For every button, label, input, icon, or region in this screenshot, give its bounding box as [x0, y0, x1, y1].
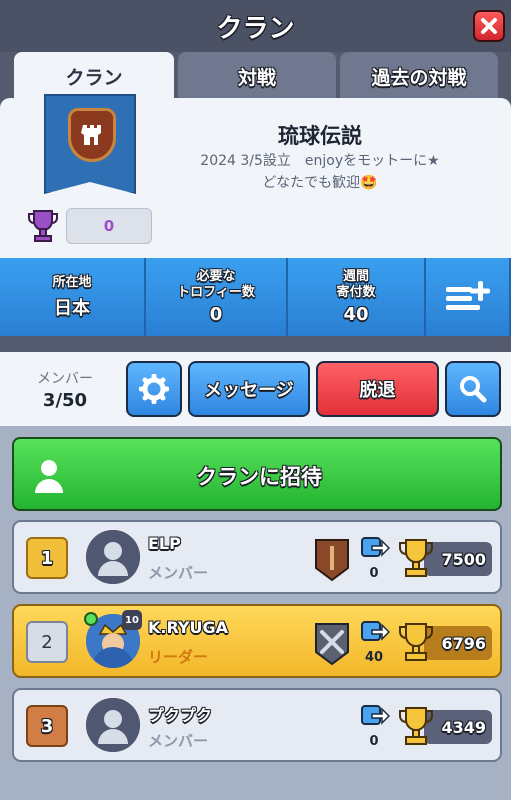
page-title: クラン: [216, 14, 295, 44]
stat-weekly-donations-value: 40: [343, 304, 369, 325]
member-row[interactable]: 1 ELP メンバー 0 7500: [12, 520, 502, 594]
clan-menu-button[interactable]: [426, 258, 511, 336]
rank-badge: 3: [26, 705, 68, 747]
clan-info-card: 0 琉球伝説 2024 3/5設立 enjoyをモットーに★ どなたでも歓迎🤩: [0, 94, 511, 258]
member-name: K.RYUGA: [148, 618, 229, 637]
member-role: リーダー: [148, 648, 209, 666]
person-icon: [86, 530, 140, 584]
trophy-icon: [28, 210, 58, 242]
avatar: [86, 698, 140, 752]
search-icon: [460, 376, 487, 403]
tab-past-battles[interactable]: 過去の対戦: [340, 52, 498, 100]
stat-weekly-donations-label: 週間 寄付数: [336, 269, 376, 300]
stat-required-trophies: 必要な トロフィー数 0: [146, 258, 288, 336]
clan-stats-bar: 所在地 日本 必要な トロフィー数 0 週間 寄付数 40: [0, 258, 511, 336]
member-name: ELP: [148, 534, 181, 553]
message-button[interactable]: メッセージ: [188, 361, 310, 417]
stat-required-trophies-label: 必要な トロフィー数: [177, 269, 255, 300]
member-name: プクプク: [148, 706, 213, 725]
header: クラン: [0, 0, 511, 52]
search-button[interactable]: [445, 361, 501, 417]
clan-description: 2024 3/5設立 enjoyをモットーに★ どなたでも歓迎🤩: [200, 153, 440, 191]
person-icon: [86, 698, 140, 752]
list-add-icon: [445, 281, 490, 310]
rank-badge: 2: [26, 621, 68, 663]
tab-clan[interactable]: クラン: [14, 52, 174, 100]
stat-weekly-donations: 週間 寄付数 40: [288, 258, 426, 336]
close-icon: [481, 18, 497, 34]
close-button[interactable]: [473, 10, 505, 42]
gear-icon: [139, 374, 169, 404]
member-row-self[interactable]: 2 10 K.RYUGA リーダー 40 6796: [12, 604, 502, 678]
tab-bar: クラン 対戦 過去の対戦: [14, 52, 498, 100]
member-action-bar: メンバー 3/50 メッセージ 脱退: [0, 352, 511, 426]
donation-icon: [361, 621, 390, 641]
member-row[interactable]: 3 プクプク メンバー 0 4349: [12, 688, 502, 762]
donation-icon: [361, 705, 390, 725]
member-count: 3/50: [42, 390, 88, 411]
clan-name: 琉球伝説: [278, 124, 362, 148]
member-list-area: クランに招待 1 ELP メンバー 0 7500 2 10 K.RYUGA リー…: [0, 426, 511, 800]
stat-required-trophies-value: 0: [209, 304, 223, 325]
member-role: メンバー: [148, 564, 209, 582]
invite-label: クランに招待: [196, 465, 322, 489]
member-role: メンバー: [148, 732, 209, 750]
clan-banner: [44, 94, 136, 194]
leave-button[interactable]: 脱退: [316, 361, 439, 417]
clan-trophy-value: 0: [66, 208, 152, 244]
donation-count: 40: [364, 650, 384, 665]
gold-trophy-icon: [399, 707, 433, 745]
stat-location-label: 所在地: [52, 274, 92, 290]
tab-battle[interactable]: 対戦: [178, 52, 336, 100]
tower-badge-icon: [68, 108, 116, 162]
donation-count: 0: [369, 566, 379, 581]
avatar: [86, 530, 140, 584]
gold-trophy-icon: [399, 539, 433, 577]
stat-location: 所在地 日本: [0, 258, 146, 336]
donation-count: 0: [369, 734, 379, 749]
crossed-swords-arena-icon: [315, 623, 349, 666]
online-status-indicator: [84, 612, 98, 626]
stat-location-value: 日本: [54, 297, 90, 319]
level-badge: 10: [122, 610, 142, 630]
settings-button[interactable]: [126, 361, 182, 417]
gold-trophy-icon: [399, 623, 433, 661]
member-label: メンバー: [37, 371, 93, 387]
donation-icon: [361, 537, 390, 557]
rank-badge: 1: [26, 537, 68, 579]
invite-to-clan-button[interactable]: クランに招待: [12, 437, 502, 511]
wooden-arena-icon: [315, 539, 349, 582]
